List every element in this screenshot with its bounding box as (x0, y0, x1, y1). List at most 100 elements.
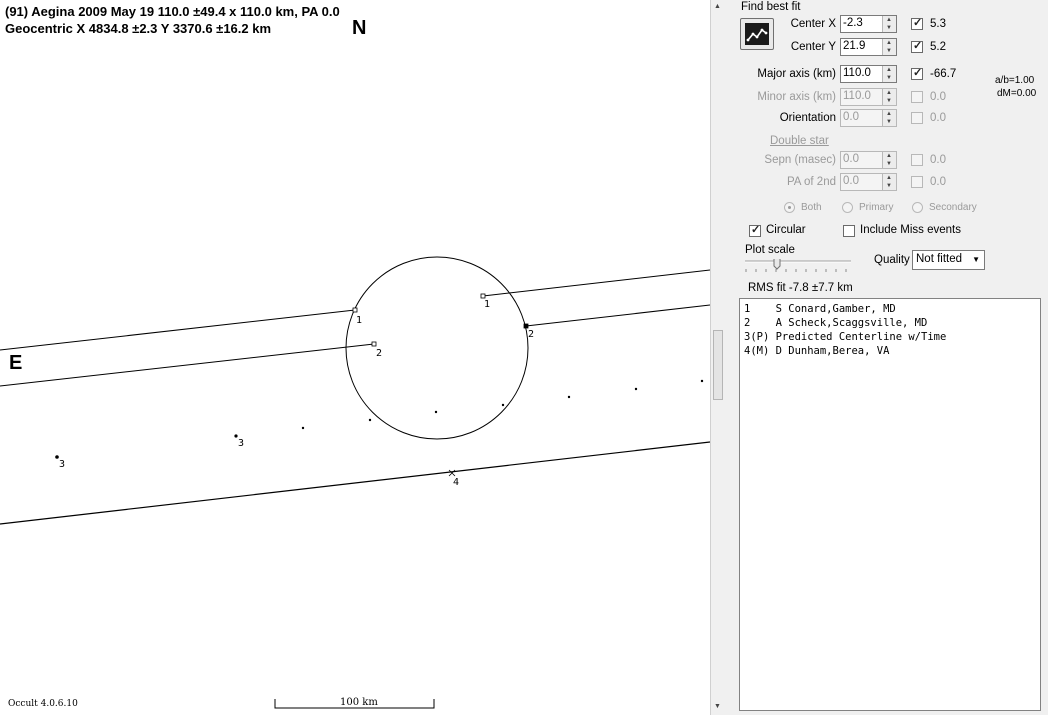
list-item[interactable]: 1 S Conard,Gamber, MD (744, 303, 896, 315)
center-y-value: 21.9 (843, 40, 866, 52)
sepn-checkbox[interactable] (911, 154, 923, 166)
orientation-spinner[interactable]: ▲ ▼ (882, 110, 896, 126)
pa2-checkbox[interactable] (911, 176, 923, 188)
pa2-label: PA of 2nd (786, 176, 836, 188)
quality-label: Quality (874, 254, 910, 266)
chord-label: 1 (356, 315, 362, 326)
panel-scrollbar[interactable]: ▲ ▼ (710, 0, 725, 715)
radio-secondary[interactable] (912, 202, 923, 213)
fit-control-panel: Find best fit Center X -2.3 ▲ ▼ ✓ 5.3 Cen… (725, 0, 1048, 715)
double-star-heading: Double star (770, 135, 829, 147)
radio-primary[interactable] (842, 202, 853, 213)
quality-value: Not fitted (916, 253, 963, 265)
north-label: N (352, 17, 367, 39)
major-axis-spinner[interactable]: ▲ ▼ (882, 66, 896, 82)
center-y-checkbox[interactable]: ✓ (911, 40, 923, 53)
centerline-dot (368, 418, 372, 422)
check-icon: ✓ (751, 224, 761, 236)
radio-both[interactable] (784, 202, 795, 213)
scroll-thumb[interactable] (713, 330, 723, 400)
east-label: E (9, 352, 23, 374)
center-x-value: -2.3 (843, 17, 863, 29)
minor-axis-spinner[interactable]: ▲ ▼ (882, 89, 896, 105)
plot-area[interactable]: 1 2 1 2 3 3 4 (91) Aegina 2009 May 19 11… (0, 0, 710, 715)
major-axis-result: -66.7 (930, 68, 957, 80)
center-y-label: Center Y (790, 41, 836, 53)
list-item[interactable]: 3(P) Predicted Centerline w/Time (744, 331, 946, 343)
list-item[interactable]: 2 A Scheck,Scaggsville, MD (744, 317, 927, 329)
orientation-label: Orientation (779, 112, 836, 124)
major-axis-value: 110.0 (843, 67, 871, 79)
plot-scale-slider[interactable] (745, 257, 853, 273)
plot-canvas: 1 2 1 2 3 3 4 (0, 256, 710, 709)
include-miss-checkbox[interactable] (843, 225, 855, 237)
circular-checkbox[interactable]: ✓ (749, 224, 761, 237)
center-x-spinner[interactable]: ▲ ▼ (882, 16, 896, 32)
sepn-result: 0.0 (930, 154, 946, 166)
ab-ratio: a/b=1.00 (995, 75, 1035, 86)
pa2-result: 0.0 (930, 176, 946, 188)
chord-1-left (0, 309, 356, 351)
sepn-input[interactable]: 0.0 ▲ ▼ (840, 151, 897, 169)
chord-2-right (525, 304, 710, 327)
miss-marker (448, 469, 456, 477)
check-icon: ✓ (913, 40, 923, 52)
orientation-checkbox[interactable] (911, 112, 923, 124)
scroll-down-icon[interactable]: ▼ (714, 703, 721, 710)
find-best-fit-label: Find best fit (741, 1, 801, 13)
dm-value: dM=0.00 (997, 88, 1037, 99)
minor-axis-result: 0.0 (930, 91, 946, 103)
event-marker (523, 323, 529, 329)
center-x-result: 5.3 (930, 18, 946, 30)
chord-label: 1 (484, 299, 490, 310)
chord-label: 2 (376, 348, 382, 359)
radio-primary-label: Primary (859, 202, 894, 213)
sepn-spinner[interactable]: ▲ ▼ (882, 152, 896, 168)
check-icon: ✓ (913, 67, 923, 79)
orientation-result: 0.0 (930, 112, 946, 124)
scroll-up-icon[interactable]: ▲ (714, 3, 721, 10)
pa2-spinner[interactable]: ▲ ▼ (882, 174, 896, 190)
radio-secondary-label: Secondary (929, 202, 977, 213)
check-icon: ✓ (913, 17, 923, 29)
center-y-spinner[interactable]: ▲ ▼ (882, 39, 896, 55)
minor-axis-input[interactable]: 110.0 ▲ ▼ (840, 88, 897, 106)
event-marker (371, 341, 377, 347)
circular-label: Circular (766, 224, 806, 236)
minor-axis-checkbox[interactable] (911, 91, 923, 103)
list-item[interactable]: 4(M) D Dunham,Berea, VA (744, 345, 889, 357)
chord-label: 2 (528, 329, 534, 340)
centerline-dot (434, 410, 438, 414)
center-x-input[interactable]: -2.3 ▲ ▼ (840, 15, 897, 33)
center-y-input[interactable]: 21.9 ▲ ▼ (840, 38, 897, 56)
center-x-checkbox[interactable]: ✓ (911, 17, 923, 30)
radio-both-label: Both (801, 202, 822, 213)
sepn-value: 0.0 (843, 153, 859, 165)
minor-axis-label: Minor axis (km) (757, 91, 836, 103)
center-y-result: 5.2 (930, 41, 946, 53)
plot-scale-label: Plot scale (745, 244, 795, 256)
observer-list[interactable]: 1 S Conard,Gamber, MD 2 A Scheck,Scaggsv… (739, 298, 1041, 711)
predicted-centerline-dots (55, 379, 704, 459)
slider-thumb (773, 257, 781, 270)
rms-fit-label: RMS fit -7.8 ±7.7 km (748, 282, 853, 294)
pa2-input[interactable]: 0.0 ▲ ▼ (840, 173, 897, 191)
sepn-label: Sepn (masec) (764, 154, 836, 166)
plot-header-title: (91) Aegina 2009 May 19 110.0 ±49.4 x 11… (5, 4, 340, 19)
pa2-value: 0.0 (843, 175, 859, 187)
chord-2-left (0, 343, 375, 387)
orientation-value: 0.0 (843, 111, 859, 123)
chevron-down-icon: ▼ (972, 255, 980, 264)
version-label: Occult 4.0.6.10 (8, 699, 78, 709)
chord-1-right (482, 269, 710, 297)
chord-label: 3 (59, 459, 65, 470)
minor-axis-value: 110.0 (843, 90, 871, 102)
centerline-dot (567, 395, 571, 399)
chord-4-miss-line (0, 441, 710, 525)
orientation-input[interactable]: 0.0 ▲ ▼ (840, 109, 897, 127)
major-axis-checkbox[interactable]: ✓ (911, 67, 923, 80)
centerline-dot (301, 426, 305, 430)
chord-label: 4 (453, 477, 459, 488)
quality-dropdown[interactable]: Not fitted ▼ (912, 250, 985, 270)
major-axis-input[interactable]: 110.0 ▲ ▼ (840, 65, 897, 83)
